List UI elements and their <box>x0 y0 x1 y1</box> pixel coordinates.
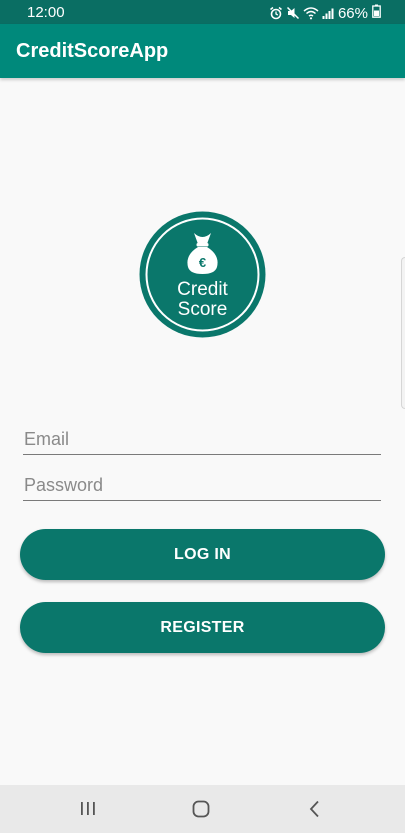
login-screen: 12:00 66% CreditScoreApp € Credit Score … <box>0 0 405 833</box>
status-bar: 12:00 66% <box>0 0 405 24</box>
logo-graphic: € Credit Score <box>139 211 266 338</box>
battery-icon <box>372 4 381 22</box>
app-bar: CreditScoreApp <box>0 24 405 78</box>
recents-icon[interactable] <box>76 797 100 821</box>
register-button[interactable]: REGISTER <box>20 602 385 653</box>
mute-icon <box>286 6 300 20</box>
password-field-container <box>23 470 381 501</box>
back-icon[interactable] <box>303 797 327 821</box>
login-button[interactable]: LOG IN <box>20 529 385 580</box>
battery-percentage: 66% <box>337 4 368 22</box>
status-time: 12:00 <box>27 4 65 21</box>
email-field-container <box>23 424 381 455</box>
logo-text-credit: Credit <box>177 279 228 300</box>
signal-icon <box>322 6 334 20</box>
app-title: CreditScoreApp <box>16 40 169 62</box>
wifi-icon <box>303 6 319 20</box>
logo-bag-symbol: € <box>199 255 206 270</box>
status-icons-group: 66% <box>269 4 381 22</box>
system-nav-bar <box>0 785 405 833</box>
password-field[interactable] <box>23 470 381 500</box>
logo-text-score: Score <box>178 299 228 320</box>
credit-score-logo: € Credit Score <box>139 211 266 338</box>
alarm-icon <box>269 6 283 20</box>
home-icon[interactable] <box>189 797 213 821</box>
edge-panel-handle[interactable] <box>401 257 405 409</box>
email-field[interactable] <box>23 424 381 454</box>
